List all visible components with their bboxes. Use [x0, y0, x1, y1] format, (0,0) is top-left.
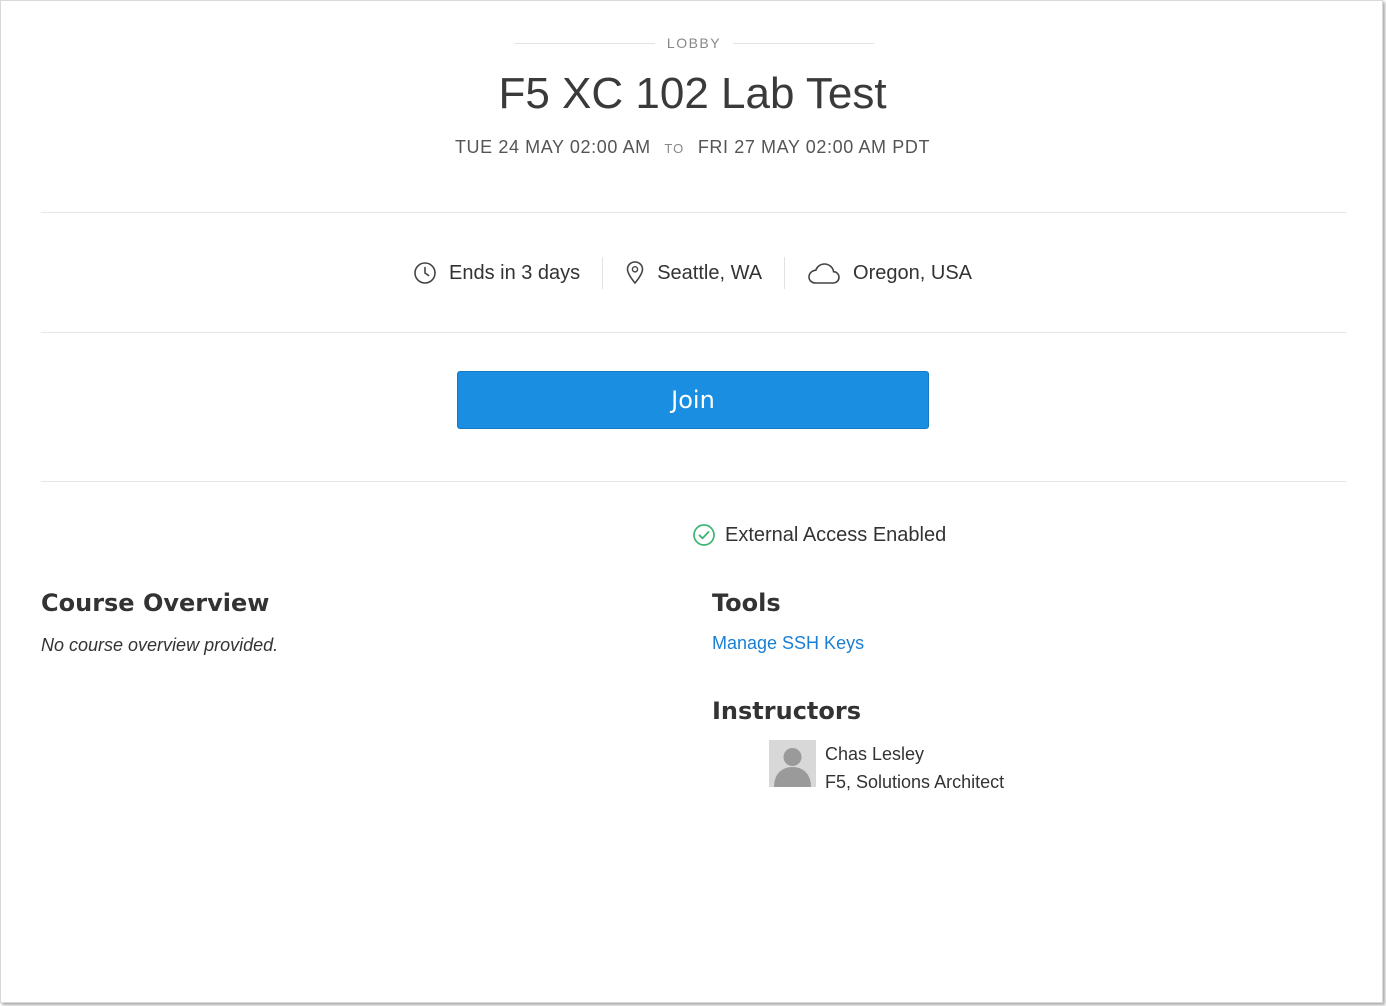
external-access-label: External Access Enabled [725, 523, 947, 546]
divider [41, 481, 1346, 482]
cloud-region: Oregon, USA [785, 260, 994, 286]
external-access-status: External Access Enabled [692, 521, 946, 549]
end-date: FRI 27 MAY 02:00 AM PDT [697, 137, 931, 157]
clock-icon [414, 262, 436, 284]
divider [41, 332, 1346, 333]
instructors-heading: Instructors [712, 697, 862, 725]
avatar [769, 740, 816, 787]
date-range: TUE 24 MAY 02:00 AM TO FRI 27 MAY 02:00 … [1, 137, 1384, 158]
date-separator: TO [664, 141, 685, 156]
course-overview-heading: Course Overview [41, 589, 270, 617]
cloud-region-label: Oregon, USA [853, 261, 972, 284]
manage-ssh-keys-link[interactable]: Manage SSH Keys [712, 633, 864, 654]
map-pin-icon [626, 261, 644, 285]
divider [41, 212, 1346, 213]
instructor-role: F5, Solutions Architect [825, 772, 1005, 792]
event-meta: Ends in 3 days Seattle, WA Oregon, USA [1, 255, 1384, 291]
page-title: F5 XC 102 Lab Test [498, 69, 887, 118]
instructor-name: Chas Lesley [825, 744, 925, 764]
time-remaining-label: Ends in 3 days [448, 261, 581, 284]
join-button[interactable]: Join [457, 371, 929, 429]
user-placeholder-icon [769, 740, 816, 787]
time-remaining: Ends in 3 days [391, 261, 602, 285]
start-date: TUE 24 MAY 02:00 AM [454, 137, 651, 157]
location: Seattle, WA [603, 260, 784, 286]
eyebrow-label: LOBBY [666, 35, 722, 51]
location-label: Seattle, WA [657, 261, 763, 284]
divider [514, 42, 655, 44]
cloud-icon [808, 263, 840, 284]
lobby-page: LOBBY F5 XC 102 Lab Test TUE 24 MAY 02:0… [0, 0, 1383, 1003]
tools-heading: Tools [712, 589, 781, 617]
lobby-eyebrow: LOBBY [514, 33, 875, 53]
course-overview-text: No course overview provided. [41, 635, 279, 655]
divider [733, 42, 875, 44]
check-circle-icon [693, 524, 715, 546]
